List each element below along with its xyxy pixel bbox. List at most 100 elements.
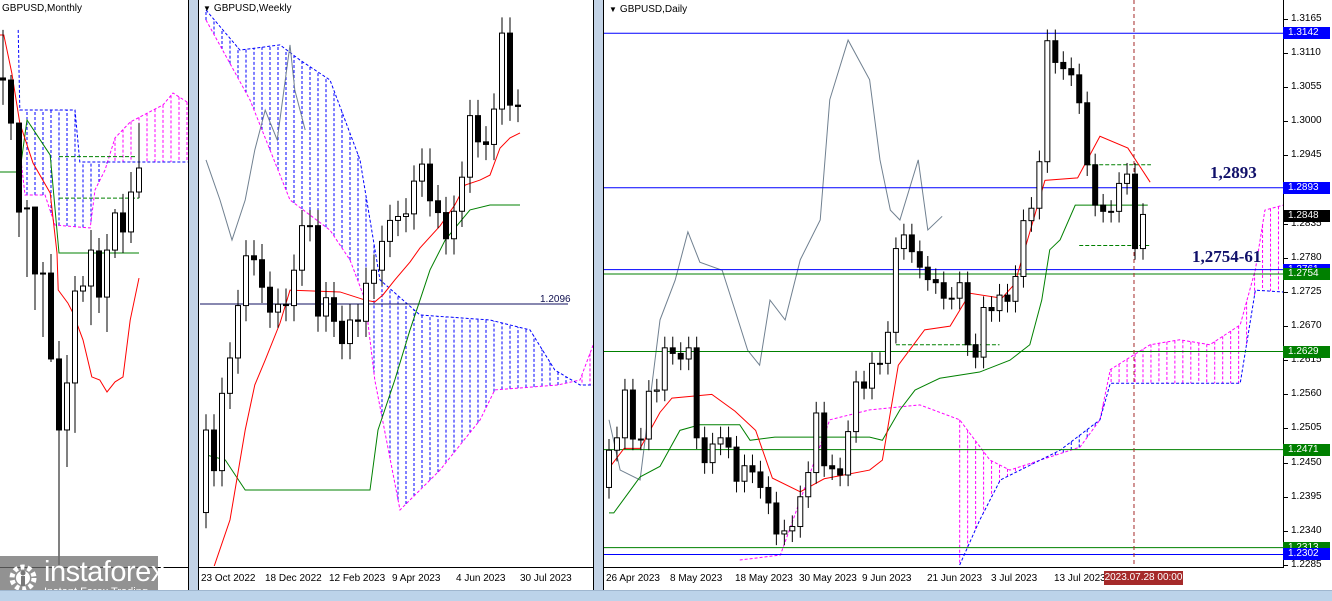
bullish-candle xyxy=(411,180,417,215)
bullish-candle xyxy=(606,449,612,488)
bullish-candle xyxy=(1028,207,1035,222)
weekly-time-axis xyxy=(199,567,593,568)
bullish-candle xyxy=(653,389,660,392)
tenkan-sen-line xyxy=(608,135,1151,493)
daily-price-axis-line xyxy=(1283,0,1284,568)
bullish-candle xyxy=(112,212,118,251)
bullish-candle xyxy=(813,412,820,474)
price-tick-label: 1.2505 xyxy=(1291,422,1322,434)
bearish-candle xyxy=(861,381,868,389)
bullish-candle xyxy=(80,285,86,292)
bearish-candle xyxy=(1052,40,1059,63)
bullish-candle xyxy=(459,176,465,212)
price-tick-mark xyxy=(1284,428,1288,430)
bearish-candle xyxy=(693,347,700,439)
bullish-candle xyxy=(403,213,409,217)
price-tick-label: 1.3000 xyxy=(1291,115,1322,127)
weekly-chart-plot[interactable] xyxy=(200,0,593,566)
weekly-time-label: 4 Jun 2023 xyxy=(456,573,506,584)
bearish-candle xyxy=(837,468,844,476)
chikou-span-line xyxy=(205,44,306,242)
bearish-candle xyxy=(757,471,764,488)
dropdown-triangle-icon[interactable]: ▼ xyxy=(609,5,617,14)
bearish-candle xyxy=(483,141,489,145)
price-tick-label: 1.2780 xyxy=(1291,251,1322,263)
bullish-candle xyxy=(275,303,281,313)
senkou-span-b-line xyxy=(959,289,1283,566)
bullish-candle xyxy=(219,392,225,472)
bullish-candle xyxy=(685,347,692,360)
bearish-candle xyxy=(331,297,337,322)
bullish-candle xyxy=(980,307,987,358)
bullish-candle xyxy=(395,215,401,221)
bearish-candle xyxy=(916,251,923,268)
price-tick-label: 1.2670 xyxy=(1291,320,1322,332)
bearish-candle xyxy=(267,286,273,313)
bearish-candle xyxy=(701,437,708,464)
bearish-candle xyxy=(515,104,521,107)
weekly-time-label: 23 Oct 2022 xyxy=(201,573,256,584)
bullish-candle xyxy=(853,381,860,433)
bearish-candle xyxy=(821,412,828,467)
logo-name: instaforex xyxy=(44,556,165,588)
bullish-candle xyxy=(781,530,788,535)
bearish-candle xyxy=(339,320,345,345)
bullish-candle xyxy=(845,431,852,476)
bearish-candle xyxy=(765,486,772,504)
price-tick-label: 1.2285 xyxy=(1291,558,1322,570)
daily-title-text: GBPUSD,Daily xyxy=(619,4,688,15)
daily-time-label: 9 Jun 2023 xyxy=(862,573,912,584)
bearish-candle xyxy=(829,465,836,470)
level-price-label: 1.2893 xyxy=(1283,181,1330,194)
senkou-span-b-line xyxy=(205,9,593,386)
price-tick-mark xyxy=(1284,530,1288,532)
price-tick-label: 1.2560 xyxy=(1291,388,1322,400)
price-tick-label: 1.2340 xyxy=(1291,524,1322,536)
bearish-candle xyxy=(16,122,22,213)
bearish-candle xyxy=(677,352,684,360)
bearish-candle xyxy=(56,358,62,431)
level-price-label: 1.2471 xyxy=(1283,443,1330,456)
level-price-label: 1.2302 xyxy=(1283,548,1330,561)
bearish-candle xyxy=(315,225,321,317)
bearish-candle xyxy=(988,307,995,312)
bullish-candle xyxy=(637,438,644,441)
bullish-candle xyxy=(1020,220,1027,277)
bearish-candle xyxy=(1060,61,1067,70)
annotation-resistance: 1,2893 xyxy=(1210,163,1257,182)
senkou-span-a-line xyxy=(19,92,188,229)
weekly-time-label: 9 Apr 2023 xyxy=(392,573,441,584)
annotation-support: 1,2754-61 xyxy=(1192,247,1262,266)
bullish-candle xyxy=(996,294,1003,312)
bullish-candle xyxy=(419,163,425,182)
daily-time-axis xyxy=(604,567,1284,568)
bullish-candle xyxy=(956,282,963,299)
bearish-candle xyxy=(1068,68,1075,76)
bearish-candle xyxy=(96,250,102,298)
bearish-candle xyxy=(733,446,740,482)
bearish-candle xyxy=(1076,74,1083,104)
bullish-candle xyxy=(64,382,70,431)
bullish-candle xyxy=(797,496,804,528)
bearish-candle xyxy=(435,200,441,214)
bearish-candle xyxy=(211,429,217,472)
bearish-candle xyxy=(32,206,38,275)
bearish-candle xyxy=(773,502,780,535)
bullish-candle xyxy=(876,362,883,365)
bullish-candle xyxy=(789,526,796,532)
bullish-candle xyxy=(717,437,724,445)
daily-chart-plot[interactable] xyxy=(604,0,1283,567)
bearish-candle xyxy=(669,347,676,354)
bearish-candle xyxy=(259,259,265,288)
bullish-candle xyxy=(243,255,249,307)
bullish-candle xyxy=(741,465,748,482)
daily-time-label: 3 Jul 2023 xyxy=(991,573,1038,584)
tenkan-sen-line xyxy=(213,132,521,566)
bullish-candle xyxy=(499,32,505,110)
current-price-label: 1.2848 xyxy=(1283,209,1330,222)
bearish-candle xyxy=(1004,294,1011,302)
bullish-candle xyxy=(387,219,393,242)
monthly-chart-plot[interactable] xyxy=(0,0,188,565)
bearish-candle xyxy=(924,266,931,281)
dropdown-triangle-icon[interactable]: ▼ xyxy=(203,4,211,13)
